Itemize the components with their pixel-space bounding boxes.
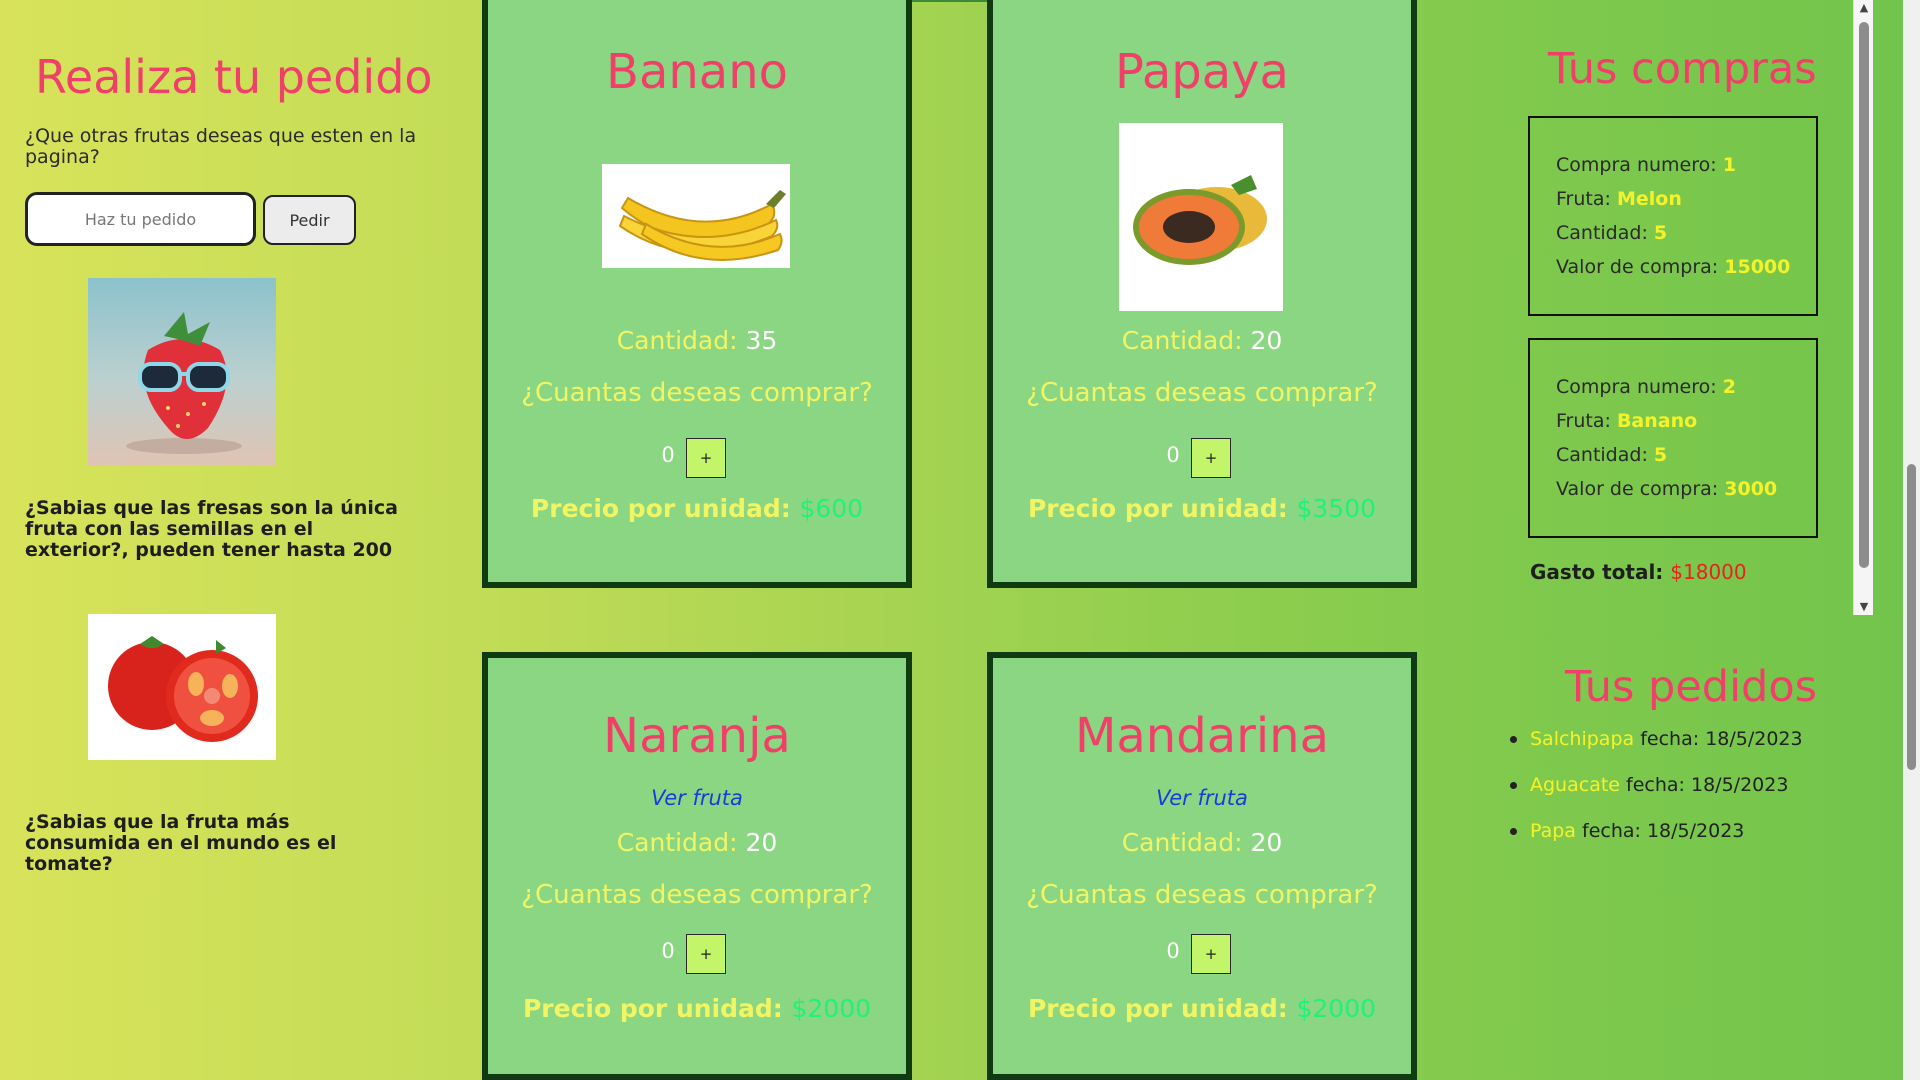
increment-button[interactable]: +	[686, 438, 726, 478]
scroll-up-icon[interactable]: ▲	[1854, 0, 1874, 16]
stock-quantity: Cantidad: 20	[1121, 828, 1283, 857]
scroll-thumb[interactable]	[1859, 22, 1869, 568]
increment-button[interactable]: +	[1191, 934, 1231, 974]
selected-quantity: 0	[1166, 939, 1180, 963]
purchase-question: ¿Cuantas deseas comprar?	[521, 880, 873, 910]
page-scroll-thumb[interactable]	[1907, 464, 1916, 770]
purchase-question: ¿Cuantas deseas comprar?	[521, 378, 873, 408]
purchase-number: Compra numero: 1	[1556, 154, 1736, 176]
papaya-image	[1119, 123, 1283, 311]
product-card-mandarina: Mandarina Ver fruta Cantidad: 20 ¿Cuanta…	[987, 652, 1417, 1080]
banana-image	[602, 164, 790, 268]
order-question: ¿Que otras frutas deseas que esten en la…	[25, 125, 417, 168]
quantity-stepper: 0 +	[993, 934, 1411, 974]
increment-button[interactable]: +	[686, 934, 726, 974]
total-spent: Gasto total: $18000	[1530, 560, 1747, 584]
view-fruit-link[interactable]: Ver fruta	[993, 786, 1411, 810]
purchases-scrollbar[interactable]: ▲ ▼	[1853, 0, 1873, 615]
order-input[interactable]	[25, 192, 256, 246]
unit-price: Precio por unidad: $2000	[522, 994, 872, 1023]
quantity-stepper: 0 +	[488, 934, 906, 974]
view-fruit-link[interactable]: Ver fruta	[488, 786, 906, 810]
purchase-question: ¿Cuantas deseas comprar?	[1026, 378, 1378, 408]
purchase-quantity: Cantidad: 5	[1556, 444, 1668, 466]
purchase-value: Valor de compra: 15000	[1556, 256, 1791, 278]
selected-quantity: 0	[661, 939, 675, 963]
increment-button[interactable]: +	[1191, 438, 1231, 478]
product-name: Naranja	[603, 708, 791, 764]
tomato-image	[88, 614, 276, 760]
purchase-card: Compra numero: 2 Fruta: Banano Cantidad:…	[1528, 338, 1818, 538]
selected-quantity: 0	[1166, 443, 1180, 467]
purchase-value: Valor de compra: 3000	[1556, 478, 1778, 500]
strawberry-fact: ¿Sabias que las fresas son la única frut…	[25, 497, 398, 561]
product-name: Mandarina	[1074, 708, 1330, 764]
list-item: Aguacate fecha: 18/5/2023	[1510, 774, 1803, 820]
purchases-panel: Tus compras Compra numero: 1 Fruta: Melo…	[1490, 0, 1870, 1080]
orders-list: Salchipapa fecha: 18/5/2023 Aguacate fec…	[1510, 728, 1803, 866]
quantity-stepper: 0 +	[488, 438, 906, 478]
product-card-papaya: Papaya Cantidad: 20 ¿Cuantas deseas comp…	[987, 0, 1417, 588]
unit-price: Precio por unidad: $3500	[1027, 494, 1377, 523]
purchase-question: ¿Cuantas deseas comprar?	[1026, 880, 1378, 910]
product-card-banano: Banano Cantidad: 35 ¿Cuantas deseas comp…	[482, 0, 912, 588]
purchase-fruit: Fruta: Melon	[1556, 188, 1682, 210]
purchase-number: Compra numero: 2	[1556, 376, 1736, 398]
stock-quantity: Cantidad: 35	[616, 326, 778, 355]
unit-price: Precio por unidad: $600	[530, 494, 864, 523]
scroll-down-icon[interactable]: ▼	[1854, 599, 1874, 615]
order-sidebar: Realiza tu pedido ¿Que otras frutas dese…	[0, 0, 440, 1080]
unit-price: Precio por unidad: $2000	[1027, 994, 1377, 1023]
purchase-fruit: Fruta: Banano	[1556, 410, 1698, 432]
list-item: Papa fecha: 18/5/2023	[1510, 820, 1803, 866]
product-card-naranja: Naranja Ver fruta Cantidad: 20 ¿Cuantas …	[482, 652, 912, 1080]
purchase-card: Compra numero: 1 Fruta: Melon Cantidad: …	[1528, 116, 1818, 316]
order-button[interactable]: Pedir	[263, 195, 356, 245]
purchases-title: Tus compras	[1548, 44, 1817, 94]
selected-quantity: 0	[661, 443, 675, 467]
orders-title: Tus pedidos	[1565, 662, 1818, 712]
list-item: Salchipapa fecha: 18/5/2023	[1510, 728, 1803, 774]
product-name: Papaya	[1115, 44, 1289, 100]
quantity-stepper: 0 +	[993, 438, 1411, 478]
stock-quantity: Cantidad: 20	[616, 828, 778, 857]
strawberry-image	[88, 278, 276, 466]
page-scrollbar[interactable]	[1903, 0, 1920, 1080]
order-title: Realiza tu pedido	[35, 50, 433, 104]
product-name: Banano	[606, 44, 788, 100]
purchase-quantity: Cantidad: 5	[1556, 222, 1668, 244]
stock-quantity: Cantidad: 20	[1121, 326, 1283, 355]
tomato-fact: ¿Sabias que la fruta más consumida en el…	[25, 811, 337, 875]
